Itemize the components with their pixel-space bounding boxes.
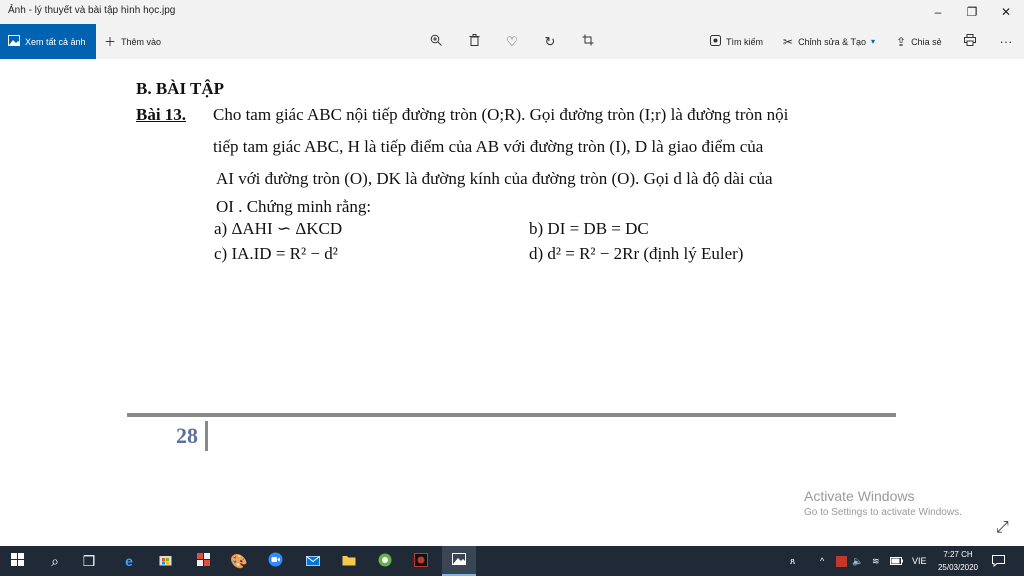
share-icon: ⇪: [896, 34, 907, 49]
palette-icon: 🎨: [230, 552, 248, 569]
page-number-divider: [205, 421, 208, 451]
activation-watermark-title: Activate Windows: [804, 488, 915, 504]
minimize-button[interactable]: –: [920, 0, 956, 24]
edit-create-label: Chỉnh sửa & Tạo: [798, 36, 866, 47]
crop-button[interactable]: [574, 24, 602, 59]
add-to-label: Thêm vào: [121, 36, 162, 47]
item-b: b) DI = DB = DC: [529, 219, 649, 238]
trash-icon: [469, 34, 480, 49]
search-button[interactable]: Tìm kiếm: [710, 24, 763, 59]
clock-time: 7:27 CH: [943, 550, 973, 559]
store-icon: [159, 553, 172, 569]
crop-icon: [582, 34, 594, 49]
photos-icon: [452, 552, 466, 568]
heart-icon: ♡: [506, 33, 518, 49]
volume-icon[interactable]: 🔈: [852, 546, 863, 576]
search-icon: [710, 34, 721, 49]
people-icon[interactable]: ጸ: [790, 546, 795, 576]
taskbar-clock[interactable]: 7:27 CH 25/03/2020: [928, 548, 988, 574]
zoom-app[interactable]: [260, 546, 290, 576]
more-options-button[interactable]: ···: [992, 24, 1020, 59]
window-title: Ảnh - lý thuyết và bài tập hình học.jpg: [8, 5, 176, 16]
app-red-icon: [414, 552, 428, 570]
photos-app[interactable]: [442, 546, 476, 576]
start-button[interactable]: [2, 546, 32, 576]
activation-watermark-subtitle: Go to Settings to activate Windows.: [804, 507, 962, 518]
paint-app[interactable]: 🎨: [224, 546, 254, 576]
item-c: c) IA.ID = R² − d²: [214, 244, 338, 263]
photo-icon: [8, 34, 20, 49]
plus-icon: ＋: [104, 35, 117, 49]
clock-date: 25/03/2020: [937, 563, 979, 572]
edge-icon: e: [125, 553, 133, 569]
add-to-button[interactable]: ＋ Thêm vào: [104, 24, 161, 59]
taskbar-search-button[interactable]: ⌕: [40, 546, 70, 576]
item-a: a) ΔAHI ∽ ΔKCD: [214, 219, 343, 238]
notification-center-icon[interactable]: [992, 546, 1005, 576]
task-view-icon: ❒: [82, 552, 96, 569]
edge-app[interactable]: e: [114, 546, 144, 576]
language-indicator[interactable]: VIE: [912, 546, 927, 576]
see-all-photos-button[interactable]: Xem tất cả ảnh: [0, 24, 96, 59]
problem-line-3: AI với đường tròn (O), DK là đường kính …: [216, 169, 773, 188]
photo-viewport: B. BÀI TẬP Bài 13. Cho tam giác ABC nội …: [0, 59, 1024, 546]
problem-line-2: tiếp tam giác ABC, H là tiếp điểm của AB…: [213, 137, 764, 156]
file-explorer-app[interactable]: [334, 546, 364, 576]
scissors-icon: ✂: [783, 34, 794, 49]
see-all-label: Xem tất cả ảnh: [25, 36, 86, 47]
title-bar: Ảnh - lý thuyết và bài tập hình học.jpg …: [0, 0, 1024, 24]
restore-button[interactable]: ❐: [954, 0, 990, 24]
chevron-up-icon[interactable]: ^: [820, 546, 824, 576]
toolbar: Xem tất cả ảnh ＋ Thêm vào ♡ ↻ Tìm kiếm ✂…: [0, 24, 1024, 59]
print-button[interactable]: [956, 24, 984, 59]
chevron-down-icon: ▾: [870, 37, 875, 46]
rotate-button[interactable]: ↻: [536, 24, 564, 59]
share-button[interactable]: ⇪ Chia sẻ: [896, 24, 942, 59]
taskbar: ⌕ ❒ e 🎨 ጸ ^ 🔈 ≋ VIE 7:27 CH 25/03/2020: [0, 546, 1024, 576]
delete-button[interactable]: [460, 24, 488, 59]
tray-app-icon[interactable]: [836, 546, 847, 576]
task-view-button[interactable]: ❒: [74, 546, 104, 576]
close-button[interactable]: ✕: [988, 0, 1024, 24]
magnifier-icon: ⌕: [51, 552, 59, 569]
pinned-app-3[interactable]: [406, 546, 436, 576]
item-d: d) d² = R² − 2Rr (định lý Euler): [529, 244, 744, 263]
share-label: Chia sẻ: [911, 36, 942, 47]
edit-create-button[interactable]: ✂ Chỉnh sửa & Tạo ▾: [783, 24, 875, 59]
mail-icon: [306, 553, 320, 569]
mail-app[interactable]: [298, 546, 328, 576]
folder-icon: [342, 553, 356, 569]
store-app[interactable]: [150, 546, 180, 576]
printer-icon: [964, 34, 976, 49]
wifi-icon[interactable]: ≋: [872, 546, 880, 576]
pinned-app-1[interactable]: [188, 546, 218, 576]
pinned-app-2[interactable]: [370, 546, 400, 576]
windows-icon: [10, 553, 24, 569]
section-heading: B. BÀI TẬP: [136, 79, 225, 98]
app-circle-icon: [378, 553, 392, 570]
zoom-icon: [430, 34, 442, 49]
search-label: Tìm kiếm: [726, 36, 763, 47]
rotate-icon: ↻: [544, 33, 556, 49]
problem-label: Bài 13.: [136, 105, 187, 124]
app-grid-icon: [196, 553, 210, 569]
page-number: 28: [176, 423, 198, 448]
problem-line-1: Cho tam giác ABC nội tiếp đường tròn (O;…: [213, 105, 789, 124]
problem-line-4: OI . Chứng minh rằng:: [216, 197, 372, 216]
fullscreen-icon[interactable]: ⤢: [996, 519, 1009, 537]
battery-icon[interactable]: [890, 546, 903, 576]
favorite-button[interactable]: ♡: [498, 24, 526, 59]
zoom-button[interactable]: [422, 24, 450, 59]
video-camera-icon: [268, 552, 283, 570]
footer-rule: [127, 413, 896, 417]
